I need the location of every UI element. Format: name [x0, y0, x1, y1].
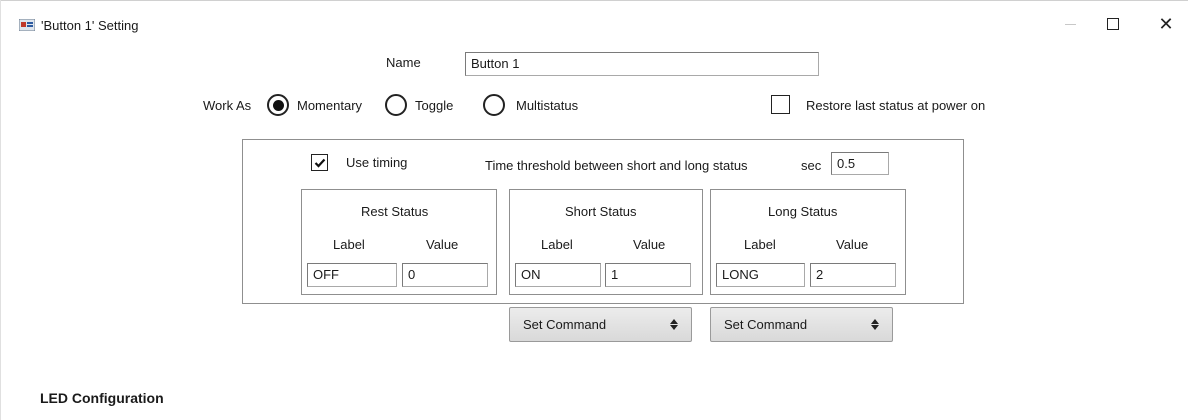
close-button[interactable]: ✕ — [1146, 8, 1186, 40]
short-value-field[interactable]: 1 — [605, 263, 691, 287]
maximize-icon — [1107, 18, 1119, 30]
maximize-button[interactable] — [1093, 8, 1133, 40]
radio-multistatus[interactable] — [483, 94, 505, 116]
rest-status-title: Rest Status — [361, 204, 429, 219]
long-label-field[interactable]: LONG — [716, 263, 805, 287]
radio-toggle[interactable] — [385, 94, 407, 116]
radio-momentary[interactable] — [267, 94, 289, 116]
short-value-header: Value — [633, 237, 666, 252]
use-timing-checkbox[interactable] — [311, 154, 328, 171]
minimize-button[interactable] — [1050, 8, 1090, 40]
long-label-header: Label — [744, 237, 776, 252]
updown-arrow-icon — [871, 319, 879, 330]
threshold-label: Time threshold between short and long st… — [485, 158, 748, 173]
radio-toggle-label: Toggle — [415, 98, 454, 113]
window-top-border — [0, 0, 1188, 1]
threshold-input[interactable]: 0.5 — [831, 152, 889, 175]
radio-momentary-label: Momentary — [297, 98, 363, 113]
app-logo-icon — [18, 18, 36, 32]
work-as-label: Work As — [203, 98, 252, 113]
long-value-field[interactable]: 2 — [810, 263, 896, 287]
long-status-title: Long Status — [768, 204, 838, 219]
close-icon: ✕ — [1158, 14, 1174, 34]
threshold-unit: sec — [801, 158, 822, 173]
radio-multistatus-label: Multistatus — [516, 98, 579, 113]
window-left-border — [0, 0, 1, 420]
checkmark-icon — [314, 158, 325, 168]
long-set-command-label: Set Command — [724, 317, 808, 332]
name-label: Name — [386, 55, 421, 70]
window-title: 'Button 1' Setting — [41, 18, 139, 33]
rest-value-field[interactable]: 0 — [402, 263, 488, 287]
rest-value-header: Value — [426, 237, 459, 252]
rest-label-header: Label — [333, 237, 365, 252]
short-status-title: Short Status — [565, 204, 637, 219]
updown-arrow-icon — [670, 319, 678, 330]
long-set-command-button[interactable]: Set Command — [710, 307, 893, 342]
use-timing-label: Use timing — [346, 155, 408, 170]
short-set-command-label: Set Command — [523, 317, 607, 332]
minimize-icon — [1064, 23, 1076, 25]
led-configuration-heading: LED Configuration — [40, 390, 164, 406]
short-label-field[interactable]: ON — [515, 263, 601, 287]
restore-status-checkbox[interactable] — [771, 95, 790, 114]
rest-label-field[interactable]: OFF — [307, 263, 397, 287]
radio-selected-dot — [272, 99, 284, 111]
short-set-command-button[interactable]: Set Command — [509, 307, 692, 342]
short-label-header: Label — [541, 237, 573, 252]
restore-status-label: Restore last status at power on — [806, 98, 986, 113]
long-value-header: Value — [836, 237, 869, 252]
name-field[interactable]: Button 1 — [465, 52, 819, 76]
